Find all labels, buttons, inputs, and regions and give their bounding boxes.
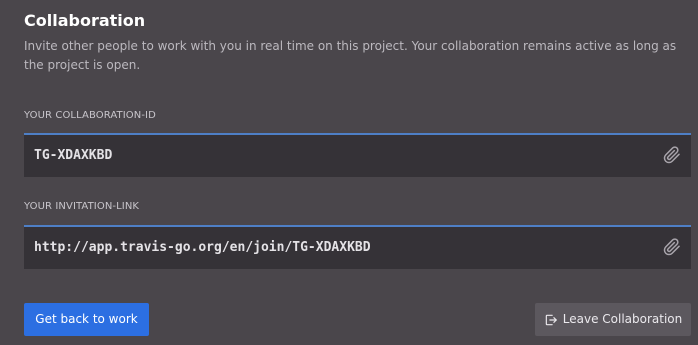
collaboration-id-label: YOUR COLLABORATION-ID <box>24 110 156 121</box>
panel-description: Invite other people to work with you in … <box>24 39 677 72</box>
paperclip-icon[interactable] <box>663 238 681 256</box>
leave-collaboration-button[interactable]: Leave Collaboration <box>535 303 691 336</box>
invitation-link-field[interactable]: http://app.travis-go.org/en/join/TG-XDAX… <box>24 225 691 269</box>
invitation-link-value[interactable]: http://app.travis-go.org/en/join/TG-XDAX… <box>34 239 371 257</box>
collaboration-id-value[interactable]: TG-XDAXKBD <box>34 147 112 165</box>
exit-icon <box>544 313 558 327</box>
invitation-link-label: YOUR INVITATION-LINK <box>24 201 140 212</box>
get-back-to-work-button[interactable]: Get back to work <box>24 303 149 336</box>
paperclip-icon[interactable] <box>663 146 681 164</box>
panel-title: Collaboration <box>24 11 146 30</box>
leave-collaboration-label: Leave Collaboration <box>562 312 683 326</box>
collaboration-panel: Collaboration Invite other people to wor… <box>0 0 698 345</box>
collaboration-id-field[interactable]: TG-XDAXKBD <box>24 133 691 177</box>
